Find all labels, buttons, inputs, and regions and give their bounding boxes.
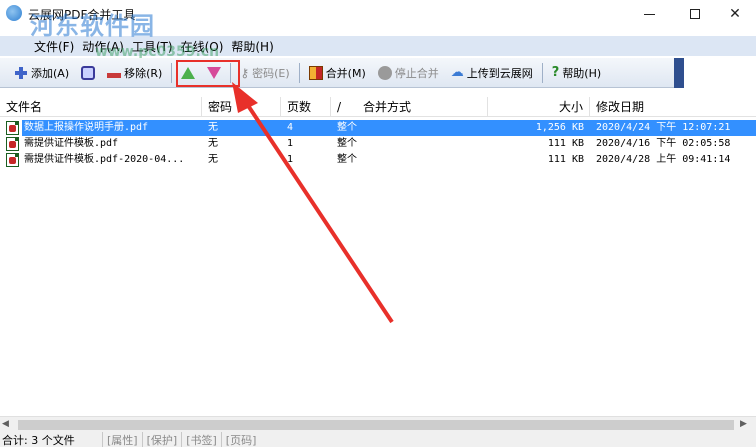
remove-button[interactable]: 移除(R) bbox=[101, 61, 168, 85]
row-password: 无 bbox=[208, 122, 218, 133]
pdf-file-icon bbox=[6, 153, 19, 167]
minus-icon bbox=[107, 72, 122, 78]
menu-file[interactable]: 文件(F) bbox=[30, 38, 78, 55]
status-summary: 合计: 3 个文件 bbox=[2, 433, 75, 447]
status-tab-properties[interactable]: [属性] bbox=[102, 431, 142, 447]
menu-online[interactable]: 在线(O) bbox=[177, 38, 228, 55]
row-pages: 1 bbox=[287, 138, 294, 149]
annotation-highlight-box bbox=[176, 60, 240, 87]
close-icon: ✕ bbox=[729, 6, 741, 22]
maximize-icon bbox=[690, 9, 700, 19]
question-icon: ? bbox=[551, 65, 560, 80]
minimize-button[interactable] bbox=[626, 0, 672, 28]
menu-tools[interactable]: 工具(T) bbox=[128, 38, 177, 55]
toolbar-overflow-handle[interactable] bbox=[674, 58, 684, 88]
row-pages: 4 bbox=[287, 122, 294, 133]
row-merge-mode: 整个 bbox=[337, 154, 357, 165]
toolbar: 添加(A) 移除(R) ⚷ 密码(E) 合并(M) 停止合并 ☁ 上传到云展网 … bbox=[0, 58, 684, 88]
menu-action[interactable]: 动作(A) bbox=[78, 38, 128, 55]
column-filename[interactable]: 文件名 bbox=[0, 97, 202, 117]
table-header: 文件名 密码 页数 / 合并方式 大小 修改日期 bbox=[0, 97, 756, 117]
close-button[interactable]: ✕ bbox=[712, 0, 756, 28]
row-merge-mode: 整个 bbox=[337, 122, 357, 133]
column-password[interactable]: 密码 bbox=[202, 97, 281, 117]
password-button[interactable]: ⚷ 密码(E) bbox=[234, 61, 295, 85]
row-date: 2020/4/28 上午 09:41:14 bbox=[596, 154, 731, 165]
merge-icon bbox=[308, 65, 323, 80]
upload-label: 上传到云展网 bbox=[466, 66, 533, 80]
plus-icon bbox=[14, 66, 28, 80]
stop-label: 停止合并 bbox=[394, 66, 439, 80]
key-icon: ⚷ bbox=[240, 65, 250, 80]
row-date: 2020/4/16 下午 02:05:58 bbox=[596, 138, 731, 149]
merge-label: 合并(M) bbox=[325, 66, 366, 80]
row-pages: 1 bbox=[287, 154, 294, 165]
toolbar-separator bbox=[171, 62, 173, 83]
toolbar-separator bbox=[298, 62, 300, 83]
column-sort-indicator: / bbox=[337, 100, 342, 114]
scroll-left-icon[interactable]: ◀ bbox=[2, 419, 14, 431]
menu-bar: 文件(F) 动作(A) 工具(T) 在线(O) 帮助(H) bbox=[0, 36, 756, 56]
row-password: 无 bbox=[208, 154, 218, 165]
square-icon bbox=[81, 65, 96, 80]
row-merge-mode: 整个 bbox=[337, 138, 357, 149]
password-label: 密码(E) bbox=[252, 66, 290, 80]
status-bar: 合计: 3 个文件 [属性] [保护] [书签] [页码] bbox=[0, 431, 756, 447]
scroll-right-icon[interactable]: ▶ bbox=[740, 419, 752, 431]
help-label: 帮助(H) bbox=[562, 66, 602, 80]
row-size: 1,256 KB bbox=[535, 122, 584, 133]
table-row[interactable]: 数据上报操作说明手册.pdf 无 4 整个 1,256 KB 2020/4/24… bbox=[0, 120, 756, 136]
table-row[interactable]: 需提供证件模板.pdf 无 1 整个 111 KB 2020/4/16 下午 0… bbox=[0, 136, 756, 152]
row-filename: 需提供证件模板.pdf-2020-04... bbox=[24, 154, 185, 165]
horizontal-scrollbar[interactable]: ◀ ▶ bbox=[0, 416, 756, 432]
remove-label: 移除(R) bbox=[124, 66, 163, 80]
toolbar-separator bbox=[541, 62, 543, 83]
merge-button[interactable]: 合并(M) bbox=[303, 61, 372, 85]
row-filename: 需提供证件模板.pdf bbox=[24, 138, 119, 149]
pdf-file-icon bbox=[6, 137, 19, 151]
app-logo-icon bbox=[6, 5, 22, 21]
column-size[interactable]: 大小 bbox=[488, 97, 590, 117]
add-button[interactable]: 添加(A) bbox=[8, 61, 75, 85]
table-row[interactable]: 需提供证件模板.pdf-2020-04... 无 1 整个 111 KB 202… bbox=[0, 152, 756, 168]
status-tab-page-numbers[interactable]: [页码] bbox=[220, 431, 261, 447]
status-tab-protection[interactable]: [保护] bbox=[141, 431, 182, 447]
row-size: 111 KB bbox=[547, 154, 584, 165]
menu-help[interactable]: 帮助(H) bbox=[227, 38, 277, 55]
upload-button[interactable]: ☁ 上传到云展网 bbox=[445, 61, 539, 85]
column-merge-mode[interactable]: 合并方式 bbox=[357, 97, 488, 117]
row-password: 无 bbox=[208, 138, 218, 149]
stop-merge-button[interactable]: 停止合并 bbox=[372, 61, 445, 85]
row-size: 111 KB bbox=[547, 138, 584, 149]
row-date: 2020/4/24 下午 12:07:21 bbox=[596, 122, 731, 133]
select-button[interactable] bbox=[75, 61, 101, 85]
scrollbar-thumb[interactable] bbox=[18, 420, 734, 430]
add-label: 添加(A) bbox=[31, 66, 70, 80]
column-modified[interactable]: 修改日期 bbox=[590, 97, 756, 117]
status-tab-bookmarks[interactable]: [书签] bbox=[181, 431, 221, 447]
row-filename: 数据上报操作说明手册.pdf bbox=[24, 122, 149, 133]
window-title: 云展网PDF合并工具 bbox=[28, 8, 136, 22]
column-pages[interactable]: 页数 bbox=[281, 97, 331, 117]
title-bar: 云展网PDF合并工具 ✕ bbox=[0, 0, 756, 28]
pdf-file-icon bbox=[6, 121, 19, 135]
cloud-icon: ☁ bbox=[450, 65, 464, 80]
help-button[interactable]: ? 帮助(H) bbox=[546, 61, 607, 85]
stop-icon bbox=[377, 65, 392, 80]
minimize-icon bbox=[643, 13, 655, 15]
